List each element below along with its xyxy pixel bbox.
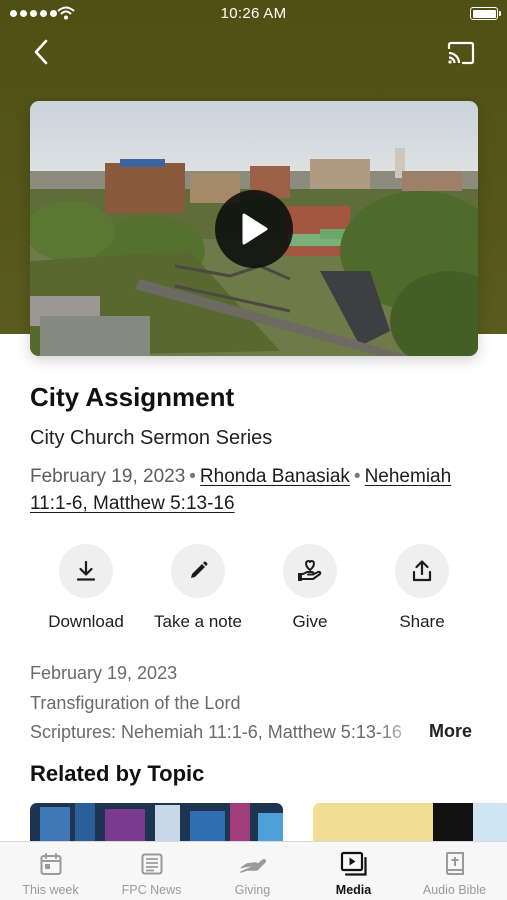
give-circle [283, 544, 337, 598]
share-label: Share [399, 612, 445, 631]
more-button[interactable]: More [429, 721, 472, 742]
related-item-thumbnail[interactable] [313, 803, 507, 843]
give-button[interactable]: Give [254, 544, 366, 632]
series-name: City Church Sermon Series [30, 427, 273, 449]
bible-icon [445, 852, 464, 875]
share-icon [412, 560, 432, 582]
tab-label: Audio Bible [422, 883, 487, 897]
description-scriptures: Scriptures: Nehemiah 11:1-6, Matthew 5:1… [30, 722, 402, 742]
play-button[interactable] [215, 190, 293, 268]
tab-label: Giving [234, 883, 271, 897]
sermon-title: City Assignment [30, 382, 235, 412]
tab-label: This week [22, 883, 79, 897]
tab-label: Media [335, 883, 372, 897]
related-thumbnail-image [313, 803, 507, 843]
download-icon [76, 560, 96, 581]
tab-fpc-news[interactable]: FPC News [101, 842, 202, 900]
download-label: Download [48, 612, 124, 631]
tab-giving[interactable]: Giving [202, 842, 303, 900]
calendar-icon [40, 853, 61, 875]
battery-icon [470, 7, 501, 20]
media-play-icon [340, 851, 367, 876]
separator-dot: • [189, 466, 196, 487]
tab-bar: This week FPC News Giving Media Audio Bi… [0, 841, 507, 900]
cast-icon [447, 41, 475, 65]
passage-link[interactable]: Nehemiah [365, 466, 452, 487]
share-circle [395, 544, 449, 598]
giving-hand-icon [239, 859, 266, 873]
action-row: Download Take a note Give Share [30, 544, 478, 634]
related-item-thumbnail[interactable] [30, 803, 283, 843]
tab-this-week[interactable]: This week [0, 842, 101, 900]
status-bar: 10:26 AM [0, 0, 507, 28]
take-note-label: Take a note [154, 612, 242, 631]
tab-label: FPC News [121, 883, 182, 897]
tab-audio-bible[interactable]: Audio Bible [404, 842, 505, 900]
sermon-date: February 19, 2023 [30, 466, 186, 487]
play-icon [242, 213, 268, 245]
back-button[interactable] [26, 36, 56, 68]
download-circle [59, 544, 113, 598]
cast-button[interactable] [444, 38, 478, 68]
video-player[interactable] [30, 101, 478, 356]
pencil-icon [191, 561, 208, 578]
sermon-meta: February 19, 2023 • Rhonda Banasiak • Nehemi… [30, 463, 480, 517]
download-button[interactable]: Download [30, 544, 142, 632]
chevron-left-icon [34, 39, 48, 65]
give-label: Give [292, 612, 328, 631]
take-note-circle [171, 544, 225, 598]
description-occasion: Transfiguration of the Lord [30, 692, 241, 713]
heart-hand-icon [298, 560, 322, 581]
passage-link-continued[interactable]: 11:1-6, Matthew 5:13-16 [30, 493, 235, 514]
description-date: February 19, 2023 [30, 663, 178, 683]
related-section-title: Related by Topic [30, 761, 205, 786]
newspaper-icon [141, 853, 162, 875]
share-button[interactable]: Share [366, 544, 478, 632]
tab-media[interactable]: Media [303, 842, 404, 900]
related-thumbnail-image [30, 803, 283, 843]
separator-dot: • [353, 466, 361, 487]
related-carousel[interactable] [30, 803, 507, 843]
status-time: 10:26 AM [220, 5, 287, 22]
take-note-button[interactable]: Take a note [142, 544, 254, 632]
speaker-link[interactable]: Rhonda Banasiak [200, 466, 350, 487]
